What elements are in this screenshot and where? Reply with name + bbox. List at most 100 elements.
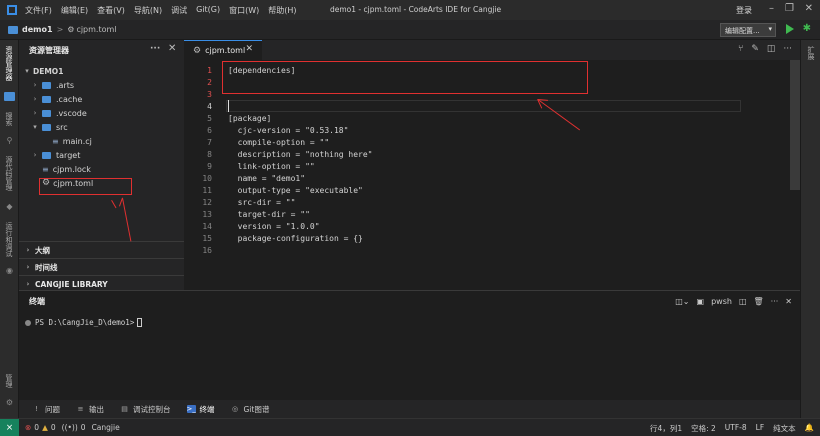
menu-item[interactable]: 文件(F) — [25, 5, 52, 16]
tree-root[interactable]: ▾ DEMO1 — [23, 64, 63, 78]
run-debug-icon[interactable]: ◉ — [4, 266, 15, 275]
extensions-label[interactable]: 扩展 — [805, 46, 817, 60]
breadcrumb-project[interactable]: demo1 — [22, 25, 53, 34]
menu-item[interactable]: 编辑(E) — [61, 5, 88, 16]
notifications-icon[interactable]: 🔔 — [805, 423, 814, 434]
panel-toolbar: ◫⌄ ▣ pwsh ◫ 🗑 ··· ✕ — [675, 297, 792, 306]
tree-item[interactable]: ≡ cjpm.lock — [31, 162, 91, 176]
folder-icon — [42, 81, 51, 89]
ports-status[interactable]: ((•)) 0 — [62, 423, 86, 432]
source-control-icon[interactable]: ◆ — [4, 202, 15, 211]
code-line[interactable]: 15 package-configuration = {} — [184, 232, 744, 244]
tree-item[interactable]: ≡ main.cj — [41, 134, 92, 148]
play-icon[interactable] — [786, 24, 794, 34]
tree-item-label: .vscode — [56, 108, 87, 118]
terminal-output[interactable]: PS D:\CangJie_D\demo1> — [25, 318, 143, 327]
settings-gear-icon[interactable]: ⚙ — [4, 398, 15, 407]
gear-icon: ⚙ — [67, 25, 75, 34]
line-number: 4 — [207, 101, 212, 111]
tab-cjpm-toml[interactable]: ⚙ cjpm.toml ✕ — [184, 40, 262, 60]
activity-run-debug[interactable]: 运行和调试 — [3, 222, 15, 257]
more-actions-icon[interactable]: ··· — [150, 44, 160, 54]
line-number: 7 — [207, 137, 212, 147]
close-window-icon[interactable]: ✕ — [805, 3, 813, 14]
panel-tab-icon: >_ — [186, 405, 196, 413]
trash-icon[interactable]: 🗑 — [754, 297, 764, 306]
encoding[interactable]: UTF-8 — [725, 423, 747, 434]
code-line[interactable]: 9 link-option = "" — [184, 160, 744, 172]
tree-item[interactable]: › target — [31, 148, 81, 162]
end-of-line[interactable]: LF — [756, 423, 765, 434]
panel-tab[interactable]: ◎ Git图谱 — [228, 402, 273, 417]
branch-icon[interactable]: ⑂ — [738, 44, 743, 54]
code-line[interactable]: 5 [package] — [184, 112, 744, 124]
panel-tab[interactable]: ! 问题 — [29, 402, 63, 417]
menu-item[interactable]: 帮助(H) — [268, 5, 296, 16]
tree-item[interactable]: ▾ src — [31, 120, 68, 134]
tree-item[interactable]: › .arts — [31, 78, 74, 92]
panel-tab[interactable]: >_ 终端 — [184, 402, 218, 417]
activity-source-control[interactable]: 源代码管理 — [3, 156, 15, 191]
code-line[interactable]: 12 src-dir = "" — [184, 196, 744, 208]
text-caret — [228, 100, 229, 112]
code-line[interactable]: 4 — [184, 100, 744, 112]
indentation[interactable]: 空格: 2 — [691, 423, 716, 434]
panel-tab[interactable]: ▤ 调试控制台 — [117, 402, 174, 417]
tree-item-label: .cache — [56, 94, 83, 104]
menu-item[interactable]: Git(G) — [196, 5, 220, 16]
section-timeline[interactable]: › 时间线 — [19, 258, 184, 275]
menu-item[interactable]: 调试 — [171, 5, 187, 16]
tree-item[interactable]: › .cache — [31, 92, 83, 106]
edit-icon[interactable]: ✎ — [751, 44, 759, 54]
cursor-position[interactable]: 行4，列1 — [650, 423, 682, 434]
tree-item[interactable]: › .vscode — [31, 106, 87, 120]
code-line[interactable]: 6 cjc-version = "0.53.18" — [184, 124, 744, 136]
language-status[interactable]: Cangjie — [92, 423, 120, 432]
section-outline[interactable]: › 大纲 — [19, 241, 184, 258]
menu-item[interactable]: 导航(N) — [134, 5, 162, 16]
search-icon[interactable]: ⚲ — [4, 136, 15, 145]
more-actions-icon[interactable]: ··· — [771, 297, 779, 306]
run-config-label: 编辑配置... — [725, 27, 760, 35]
code-text: [package] — [228, 113, 272, 123]
activity-explorer[interactable]: 资源管理器 — [3, 46, 15, 81]
editor-scrollbar[interactable] — [790, 60, 800, 190]
tree-item-label: target — [56, 150, 81, 160]
bug-icon[interactable]: ✱ — [803, 23, 811, 34]
code-line[interactable]: 8 description = "nothing here" — [184, 148, 744, 160]
code-line[interactable]: 11 output-type = "executable" — [184, 184, 744, 196]
new-terminal-icon[interactable]: ◫⌄ — [675, 297, 689, 306]
panel-tab[interactable]: ≡ 输出 — [73, 402, 107, 417]
split-editor-icon[interactable]: ◫ — [767, 44, 776, 54]
language-mode[interactable]: 纯文本 — [773, 423, 796, 434]
code-line[interactable]: 16 — [184, 244, 744, 256]
problems-status[interactable]: ⊗ 0 ▲ 0 — [25, 423, 56, 432]
minimize-icon[interactable]: – — [769, 3, 774, 14]
tree-item-label: src — [56, 122, 68, 132]
run-config-select[interactable]: 编辑配置... ▾ — [720, 23, 776, 37]
split-terminal-icon[interactable]: ◫ — [739, 297, 747, 306]
section-outline-label: 大纲 — [35, 245, 50, 255]
code-text: output-type = "executable" — [228, 185, 363, 195]
code-line[interactable]: 13 target-dir = "" — [184, 208, 744, 220]
close-icon[interactable]: ✕ — [168, 43, 176, 54]
code-text: cjc-version = "0.53.18" — [228, 125, 349, 135]
activity-search[interactable]: 搜索 — [3, 112, 15, 126]
restore-icon[interactable]: ❐ — [785, 3, 794, 14]
login-button[interactable]: 登录 — [736, 5, 752, 16]
more-actions-icon[interactable]: ··· — [783, 44, 792, 54]
files-icon[interactable] — [4, 92, 15, 101]
code-editor[interactable]: 1 [dependencies] 2 3 4 5 [package] 6 cjc-versio… — [184, 60, 800, 290]
menu-item[interactable]: 查看(V) — [97, 5, 125, 16]
activity-manage[interactable]: 管理 — [3, 374, 15, 388]
code-line[interactable]: 7 compile-option = "" — [184, 136, 744, 148]
breadcrumb-file[interactable]: cjpm.toml — [76, 25, 116, 34]
close-tab-icon[interactable]: ✕ — [245, 44, 253, 54]
code-line[interactable]: 10 name = "demo1" — [184, 172, 744, 184]
code-line[interactable]: 14 version = "1.0.0" — [184, 220, 744, 232]
remote-icon[interactable]: ⨯ — [0, 418, 19, 436]
close-panel-icon[interactable]: ✕ — [785, 297, 792, 306]
terminal-shell-label[interactable]: pwsh — [711, 297, 732, 306]
line-number: 3 — [207, 89, 212, 99]
menu-item[interactable]: 窗口(W) — [229, 5, 259, 16]
